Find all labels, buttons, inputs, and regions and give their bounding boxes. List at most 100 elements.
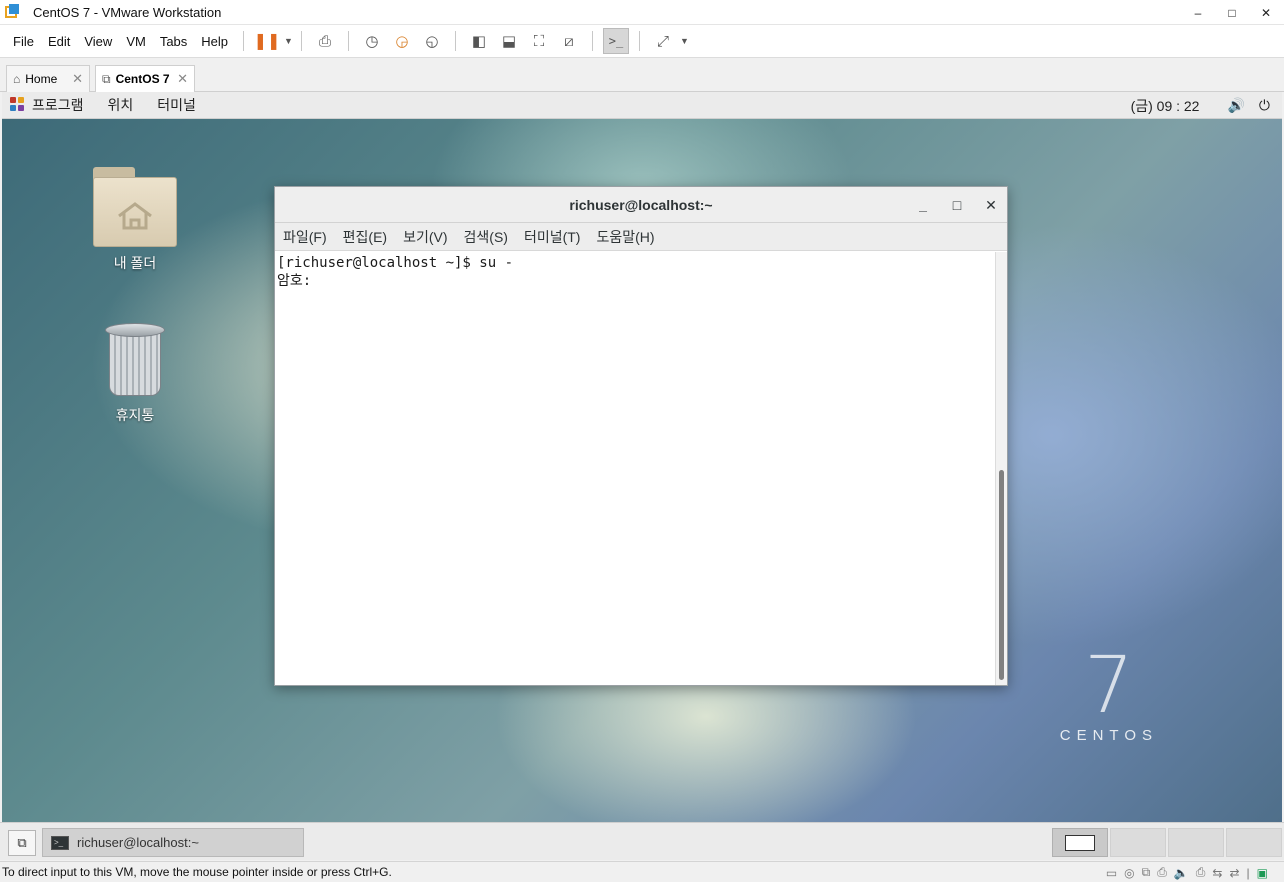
snapshot-manager-icon[interactable]: ◵ [419,28,445,54]
menu-tabs[interactable]: Tabs [153,34,194,49]
pause-icon[interactable]: ❚❚ [254,28,281,54]
usb-icon[interactable]: ⎙ [1196,865,1206,880]
unity-icon[interactable]: ⧄ [556,28,582,54]
tab-home[interactable]: ⌂ Home ✕ [6,65,90,92]
window-title: CentOS 7 - VMware Workstation [33,4,222,20]
menu-terminal[interactable]: 터미널 [157,95,196,115]
workspace-3[interactable] [1168,828,1224,857]
minimize-icon[interactable]: _ [917,197,929,213]
thumbnail-view-icon[interactable]: ⬓ [496,28,522,54]
menu-places[interactable]: 위치 [108,95,134,115]
minimize-button[interactable]: – [1190,6,1206,20]
desktop-icon-trash[interactable]: 휴지통 [85,323,185,425]
scrollbar-thumb[interactable] [999,470,1004,680]
terminal-menu-view[interactable]: 보기(V) [403,227,447,247]
desktop-icon-label: 휴지통 [115,407,155,423]
power-icon[interactable]: ⏻ [1259,97,1270,114]
toolbar-separator [638,31,640,51]
terminal-icon: >_ [51,835,69,850]
snapshot-icon[interactable]: ◷ [359,28,385,54]
close-icon[interactable]: ✕ [72,71,83,87]
device-status-icons: ▭ ◎ ⧉ ⎙ 🔈 ⎙ ⇆ ⇄ | ▣ [1106,862,1268,882]
terminal-line: [richuser@localhost ~]$ su - [277,255,514,271]
menu-edit[interactable]: Edit [41,34,77,49]
sound-icon[interactable]: 🔈 [1174,866,1189,880]
display-icon[interactable]: ⇆ [1212,866,1222,880]
terminal-scrollbar[interactable] [995,252,1007,685]
close-icon[interactable]: ✕ [177,71,188,87]
terminal-title: richuser@localhost:~ [569,196,713,213]
menu-view[interactable]: View [77,34,119,49]
gnome-bottom-panel: ⧉ >_ richuser@localhost:~ [0,822,1284,860]
tab-label: Home [25,72,58,86]
menu-help[interactable]: Help [194,34,235,49]
centos-logo-text: CENTOS [1059,727,1158,744]
terminal-window[interactable]: richuser@localhost:~ _ □ ✕ 파일(F) 편집(E) 보… [274,186,1008,686]
volume-icon[interactable]: 🔊 [1227,97,1244,114]
terminal-menu-search[interactable]: 검색(S) [464,227,508,247]
library-view-icon[interactable]: ◧ [466,28,492,54]
window-controls: – □ ✕ [1190,0,1274,25]
window-titlebar: CentOS 7 - VMware Workstation – □ ✕ [0,0,1284,25]
centos-logo-number: 7 [1084,641,1134,731]
console-view-icon[interactable]: >_ [602,28,629,54]
terminal-menu-file[interactable]: 파일(F) [283,227,327,247]
gnome-panel-right: (금) 09 : 22 🔊 ⏻ [1131,92,1270,119]
menu-applications[interactable]: 프로그램 [32,95,84,115]
workspace-switcher [1052,828,1282,857]
message-icon[interactable]: ⇄ [1229,866,1239,880]
chevron-down-icon[interactable]: ▼ [284,36,293,46]
clock[interactable]: (금) 09 : 22 [1131,96,1200,116]
terminal-line: 암호: [277,273,312,289]
close-button[interactable]: ✕ [1258,6,1274,20]
toolbar-separator [347,31,349,51]
revert-snapshot-icon[interactable]: ◶ [389,28,415,54]
workspace-2[interactable] [1110,828,1166,857]
toolbar-separator [591,31,593,51]
network-icon[interactable]: ⧉ [1142,865,1151,880]
desktop-icon-home-folder[interactable]: 내 폴더 [85,167,185,273]
status-bar: To direct input to this VM, move the mou… [0,861,1284,882]
vmware-app-icon [5,4,21,20]
home-folder-icon [93,167,177,247]
maximize-icon[interactable]: □ [951,197,963,213]
terminal-menu-help[interactable]: 도움말(H) [596,227,654,247]
toolbar-separator [454,31,456,51]
send-ctrl-alt-del-icon[interactable]: ⎙ [312,28,338,54]
home-icon: ⌂ [13,72,21,86]
menu-toolbar: File Edit View VM Tabs Help ❚❚ ▼ ⎙ ◷ ◶ ◵… [0,25,1284,58]
terminal-controls: _ □ ✕ [917,187,997,223]
tab-centos[interactable]: ⧉ CentOS 7 ✕ [95,65,195,92]
notes-icon[interactable]: ▣ [1257,866,1268,880]
toolbar-separator [300,31,302,51]
printer-icon[interactable]: ⎙ [1157,865,1167,880]
vm-screen[interactable]: 프로그램 위치 터미널 (금) 09 : 22 🔊 ⏻ 내 폴더 휴지통 7 C… [2,92,1282,822]
terminal-menu-edit[interactable]: 편집(E) [343,227,387,247]
device-separator: | [1246,865,1250,880]
taskbar-task-label: richuser@localhost:~ [77,835,199,850]
menu-vm[interactable]: VM [119,34,153,49]
menu-file[interactable]: File [6,34,41,49]
terminal-titlebar[interactable]: richuser@localhost:~ _ □ ✕ [275,187,1007,223]
centos-logo: 7 CENTOS [1060,647,1158,744]
cd-dvd-icon[interactable]: ◎ [1124,866,1134,880]
taskbar-terminal-button[interactable]: >_ richuser@localhost:~ [42,828,304,857]
chevron-down-icon[interactable]: ▼ [680,36,689,46]
show-desktop-icon[interactable]: ⧉ [8,830,36,856]
status-message: To direct input to this VM, move the mou… [2,865,392,879]
terminal-output[interactable]: [richuser@localhost ~]$ su - 암호: [275,252,997,685]
terminal-menubar: 파일(F) 편집(E) 보기(V) 검색(S) 터미널(T) 도움말(H) [275,223,1007,251]
full-screen-icon[interactable]: ⛶ [526,28,552,54]
workspace-1[interactable] [1052,828,1108,857]
trash-icon [103,323,167,399]
close-icon[interactable]: ✕ [985,197,997,214]
tab-strip: ⌂ Home ✕ ⧉ CentOS 7 ✕ [0,59,1284,92]
maximize-button[interactable]: □ [1224,6,1240,20]
hard-disk-icon[interactable]: ▭ [1106,866,1117,880]
workspace-4[interactable] [1226,828,1282,857]
stretch-icon[interactable]: ⤢ [650,28,676,54]
applications-icon[interactable] [10,97,26,113]
terminal-menu-terminal[interactable]: 터미널(T) [524,227,581,247]
desktop[interactable]: 내 폴더 휴지통 7 CENTOS richuser@localhost:~ _… [2,119,1282,822]
tab-label: CentOS 7 [115,72,170,86]
